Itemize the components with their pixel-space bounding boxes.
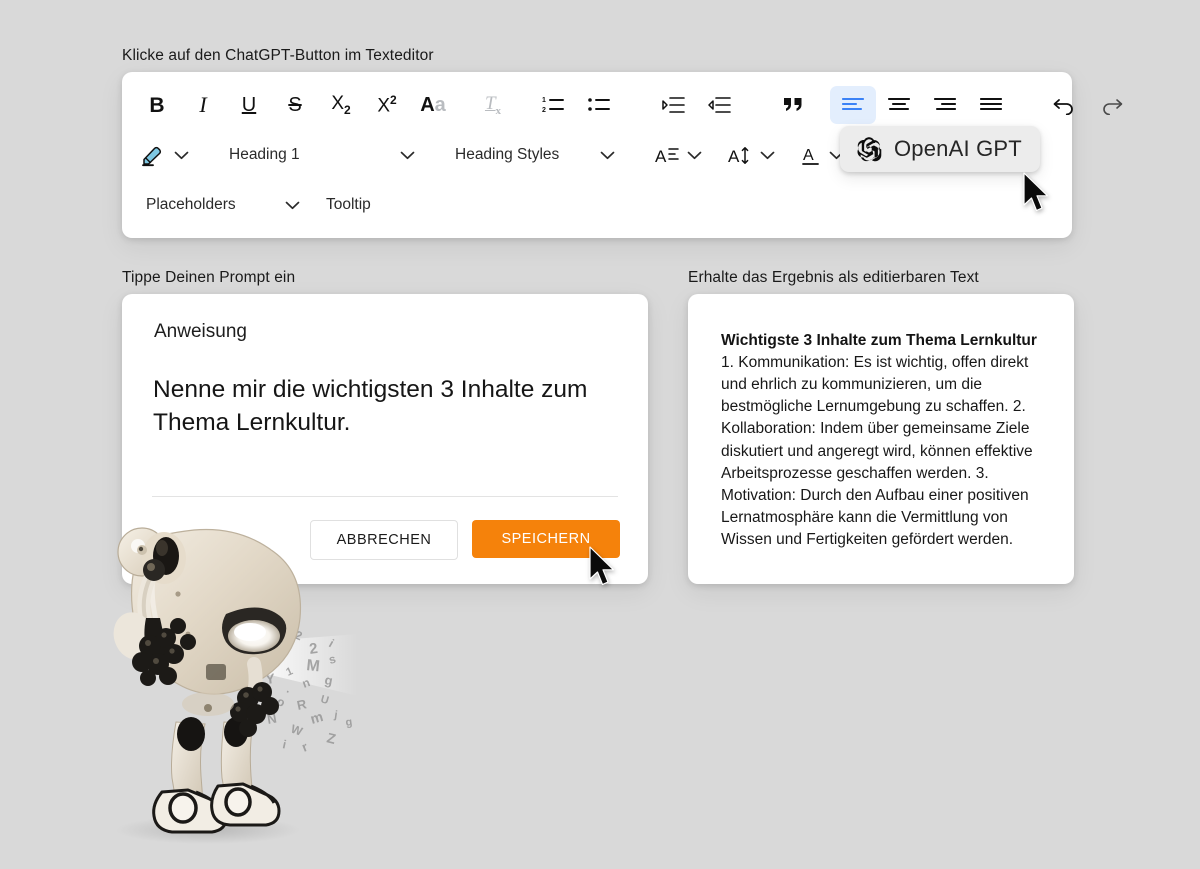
prompt-section-label: Tippe Deinen Prompt ein [122, 269, 296, 286]
placeholders-dropdown[interactable]: Placeholders [140, 186, 306, 224]
result-card: Wichtigste 3 Inhalte zum Thema Lernkultu… [688, 294, 1074, 584]
robot-illustration: j 2 2 i y 1 M s Y . n g o R U N W m j i … [113, 519, 358, 844]
placeholders-value: Placeholders [146, 196, 236, 213]
text-editor-toolbar: B I U S X2 X2 Aa Tx 12 Heading 1 Heading… [122, 72, 1123, 238]
heading-level-dropdown[interactable]: Heading 1 [223, 136, 421, 174]
chevron-down-icon [174, 151, 189, 159]
result-section-label: Erhalte das Ergebnis als editierbaren Te… [688, 269, 979, 286]
prompt-input-text[interactable]: Nenne mir die wichtigsten 3 Inhalte zum … [153, 374, 593, 439]
page-root: Klicke auf den ChatGPT-Button im Textedi… [0, 0, 1200, 857]
svg-text:A: A [728, 147, 740, 166]
bullet-list-button[interactable] [576, 86, 622, 124]
svg-text:j: j [333, 709, 339, 721]
align-right-button[interactable] [922, 86, 968, 124]
result-body-text[interactable]: 1. Kommunikation: Es ist wichtig, offen … [721, 352, 1043, 551]
svg-text:Z: Z [325, 729, 338, 747]
strikethrough-button[interactable]: S [272, 86, 318, 124]
italic-button[interactable]: I [180, 86, 226, 124]
toolbar-row-styles: Heading 1 Heading Styles A A A OpenAI GP… [122, 126, 1072, 180]
svg-text:U: U [319, 693, 330, 707]
svg-text:r: r [300, 739, 310, 755]
redo-button[interactable] [1088, 86, 1134, 124]
heading-level-value: Heading 1 [229, 146, 300, 163]
text-color-icon: A [801, 145, 821, 166]
line-height-icon: A [728, 145, 752, 166]
mouse-cursor-save [589, 546, 615, 586]
svg-text:g: g [345, 716, 353, 729]
chevron-down-icon [687, 151, 702, 159]
svg-text:A: A [803, 147, 814, 164]
underline-button[interactable]: U [226, 86, 272, 124]
openai-gpt-label: OpenAI GPT [894, 136, 1022, 161]
chevron-down-icon [400, 151, 415, 159]
align-left-button[interactable] [830, 86, 876, 124]
toolbar-section-label: Klicke auf den ChatGPT-Button im Textedi… [122, 47, 434, 64]
tooltip-label: Tooltip [326, 196, 371, 213]
blockquote-button[interactable] [770, 86, 816, 124]
highlighter-dropdown[interactable] [134, 136, 195, 174]
prompt-card-title: Anweisung [154, 321, 247, 342]
result-title: Wichtigste 3 Inhalte zum Thema Lernkultu… [721, 332, 1037, 349]
heading-styles-value: Heading Styles [455, 146, 560, 163]
toolbar-row-formatting: B I U S X2 X2 Aa Tx 12 [122, 80, 1123, 130]
svg-text:i: i [281, 737, 287, 751]
svg-text:.: . [285, 683, 292, 695]
text-case-button[interactable]: Aa [410, 86, 456, 124]
undo-button[interactable] [1042, 86, 1088, 124]
tooltip-button[interactable]: Tooltip [320, 186, 377, 224]
superscript-button[interactable]: X2 [364, 86, 410, 124]
svg-text:M: M [306, 657, 321, 675]
font-family-icon: A [655, 145, 679, 166]
align-center-button[interactable] [876, 86, 922, 124]
bold-button[interactable]: B [134, 86, 180, 124]
indent-increase-button[interactable] [650, 86, 696, 124]
font-family-dropdown[interactable]: A [649, 136, 708, 174]
clear-formatting-button[interactable]: Tx [470, 86, 516, 124]
openai-gpt-button[interactable]: OpenAI GPT [840, 126, 1040, 172]
toolbar-row-placeholders: Placeholders Tooltip [122, 180, 1072, 230]
svg-text:R: R [296, 696, 309, 713]
chevron-down-icon [285, 201, 300, 209]
indent-decrease-button[interactable] [696, 86, 742, 124]
openai-logo-icon [854, 134, 884, 164]
chevron-down-icon [600, 151, 615, 159]
chevron-down-icon [760, 151, 775, 159]
svg-text:W: W [289, 722, 305, 739]
align-justify-button[interactable] [968, 86, 1014, 124]
heading-styles-dropdown[interactable]: Heading Styles [449, 136, 621, 174]
highlighter-pen-icon [140, 143, 166, 167]
svg-text:m: m [308, 708, 324, 727]
svg-text:A: A [655, 147, 667, 166]
svg-text:2: 2 [542, 107, 546, 114]
numbered-list-button[interactable]: 12 [530, 86, 576, 124]
line-height-dropdown[interactable]: A [722, 136, 781, 174]
mouse-cursor-gpt [1023, 172, 1049, 212]
subscript-button[interactable]: X2 [318, 86, 364, 124]
svg-text:1: 1 [542, 97, 546, 104]
